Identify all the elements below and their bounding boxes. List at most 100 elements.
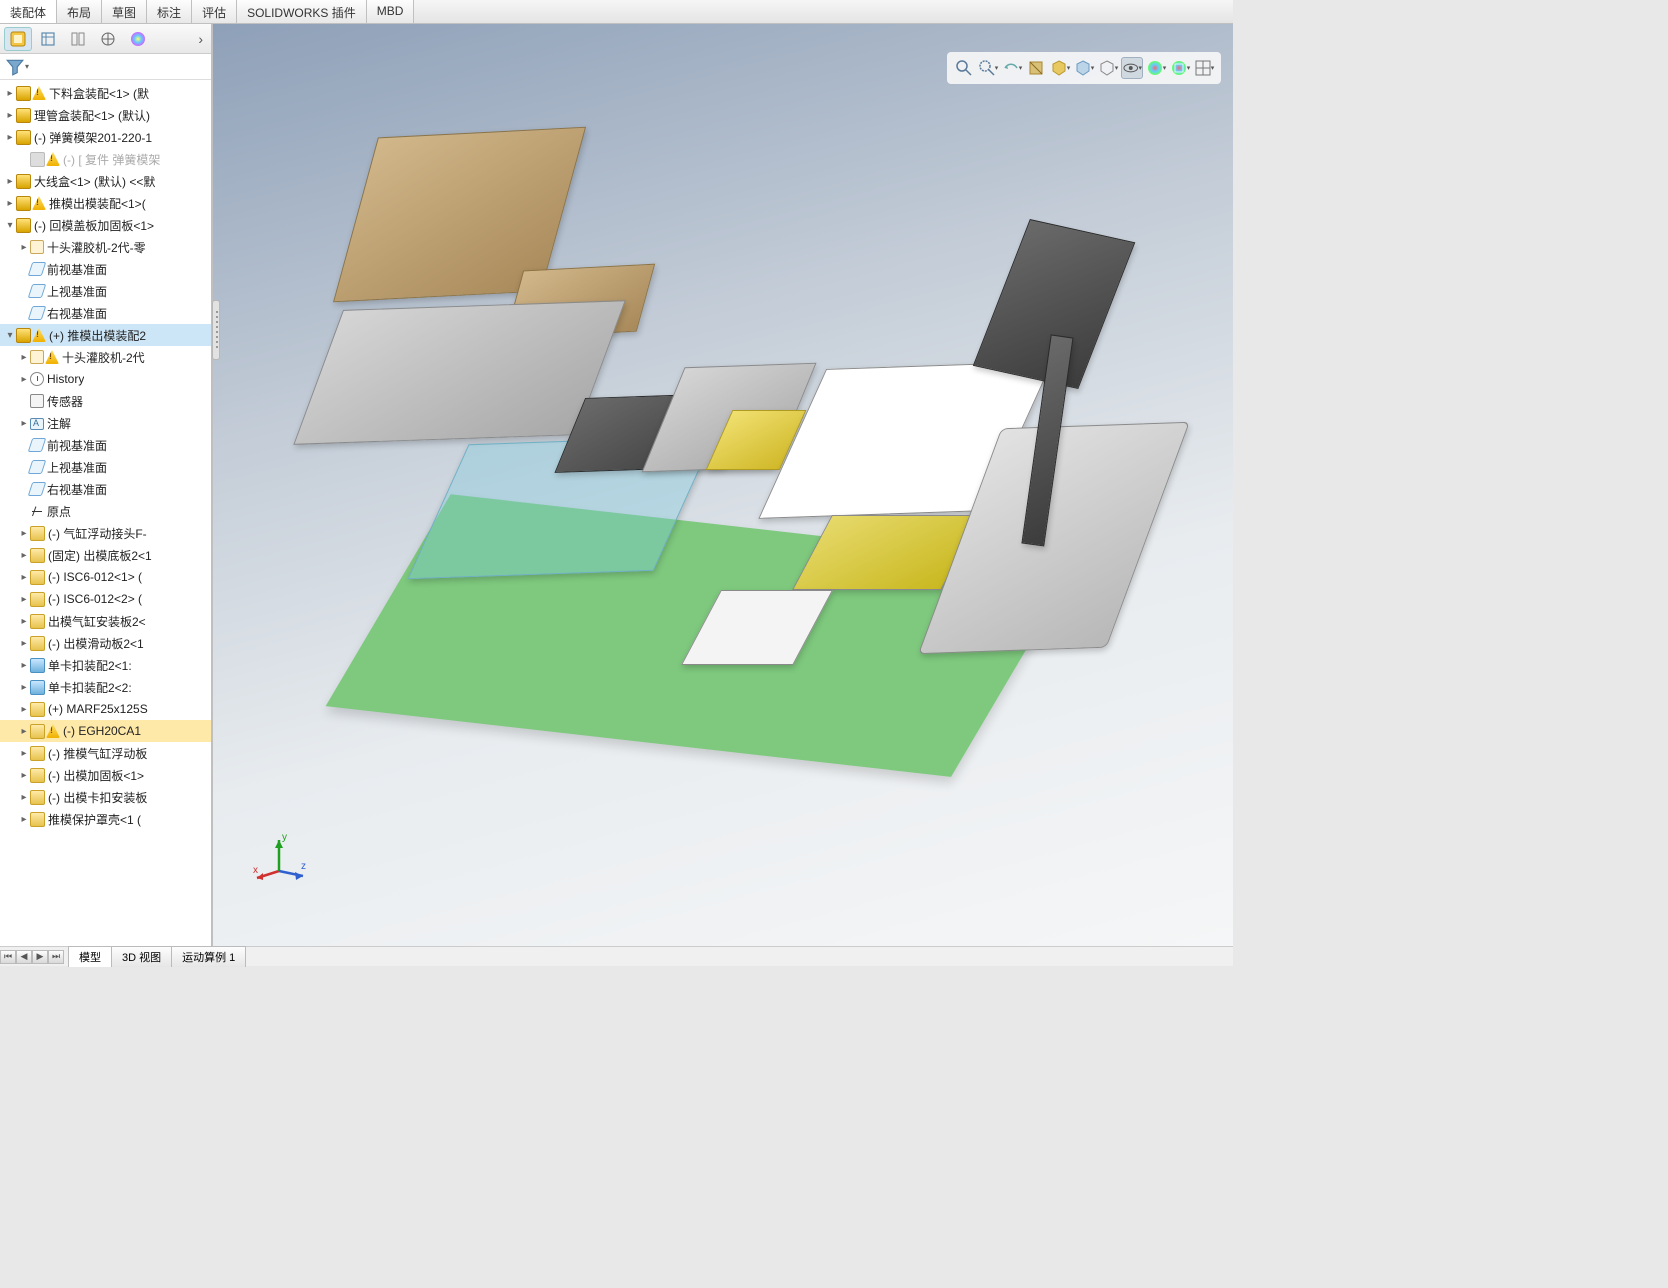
- tree-item[interactable]: ▸(-) 弹簧模架201-220-1: [0, 126, 211, 148]
- tree-item[interactable]: ▸理管盒装配<1> (默认): [0, 104, 211, 126]
- side-tab-feature-tree[interactable]: [4, 27, 32, 51]
- tree-item[interactable]: ▸单卡扣装配2<2:: [0, 676, 211, 698]
- menu-tab-3[interactable]: 标注: [147, 0, 192, 23]
- tree-item[interactable]: ▸十头灌胶机-2代: [0, 346, 211, 368]
- apply-scene-icon[interactable]: ▾: [1145, 57, 1167, 79]
- tree-item[interactable]: ▸(-) ISC6-012<2> (: [0, 588, 211, 610]
- filter-icon[interactable]: [6, 58, 24, 76]
- tree-expand-icon[interactable]: ▸: [18, 550, 30, 561]
- tree-item[interactable]: ▸单卡扣装配2<1:: [0, 654, 211, 676]
- bottom-tab-2[interactable]: 运动算例 1: [171, 946, 246, 967]
- tree-item[interactable]: ▸(固定) 出模底板2<1: [0, 544, 211, 566]
- tree-expand-icon[interactable]: ▸: [18, 242, 30, 253]
- previous-view-icon[interactable]: ▾: [1001, 57, 1023, 79]
- tree-filter-row: ▾: [0, 54, 211, 80]
- tree-item[interactable]: ▸出模气缸安装板2<: [0, 610, 211, 632]
- display-style-icon[interactable]: ▾: [1073, 57, 1095, 79]
- tree-item[interactable]: ▸下料盒装配<1> (默: [0, 82, 211, 104]
- tree-item[interactable]: ▾ (+) 推模出模装配2: [0, 324, 211, 346]
- tree-item[interactable]: 上视基准面: [0, 280, 211, 302]
- graphics-viewport[interactable]: ▾ ▾ ▾ ▾ ▾ ▾ ▾ ▾ ▾ x y: [212, 24, 1233, 946]
- tree-expand-icon[interactable]: ▸: [18, 418, 30, 429]
- tree-expand-icon[interactable]: ▸: [4, 198, 16, 209]
- feature-tree[interactable]: ▸下料盒装配<1> (默▸理管盒装配<1> (默认)▸(-) 弹簧模架201-2…: [0, 80, 211, 946]
- tab-nav-next-icon[interactable]: ▶: [32, 950, 48, 964]
- tree-item[interactable]: 右视基准面: [0, 478, 211, 500]
- panel-splitter[interactable]: [212, 300, 220, 360]
- tree-item[interactable]: 原点: [0, 500, 211, 522]
- tab-nav-prev-icon[interactable]: ◀: [16, 950, 32, 964]
- tree-item[interactable]: ▸(-) 出模滑动板2<1: [0, 632, 211, 654]
- view-orient-icon[interactable]: ▾: [1049, 57, 1071, 79]
- menu-tab-2[interactable]: 草图: [102, 0, 147, 23]
- tree-item[interactable]: 上视基准面: [0, 456, 211, 478]
- tree-expand-icon[interactable]: ▾: [4, 330, 16, 341]
- tree-item[interactable]: ▸(-) 气缸浮动接头F-: [0, 522, 211, 544]
- tree-expand-icon[interactable]: ▸: [18, 814, 30, 825]
- tree-item[interactable]: ▸十头灌胶机-2代-零: [0, 236, 211, 258]
- side-tab-dimxpert[interactable]: [94, 27, 122, 51]
- tree-expand-icon[interactable]: ▸: [18, 374, 30, 385]
- orientation-triad[interactable]: x y z: [249, 826, 309, 886]
- menu-tab-5[interactable]: SOLIDWORKS 插件: [237, 0, 367, 23]
- tree-expand-icon[interactable]: ▸: [18, 748, 30, 759]
- menu-tab-0[interactable]: 装配体: [0, 0, 57, 23]
- tab-nav-first-icon[interactable]: ⏮: [0, 950, 16, 964]
- tree-item[interactable]: ▸推模出模装配<1>(: [0, 192, 211, 214]
- bottom-tab-0[interactable]: 模型: [68, 946, 112, 967]
- tree-expand-icon[interactable]: ▸: [18, 594, 30, 605]
- side-tab-config[interactable]: [64, 27, 92, 51]
- tab-nav-last-icon[interactable]: ⏭: [48, 950, 64, 964]
- tree-item[interactable]: ▸(-) ISC6-012<1> (: [0, 566, 211, 588]
- tree-expand-icon[interactable]: ▸: [4, 88, 16, 99]
- tree-expand-icon[interactable]: ▸: [4, 110, 16, 121]
- tree-item[interactable]: ▸(-) 推模气缸浮动板: [0, 742, 211, 764]
- tree-expand-icon[interactable]: ▸: [18, 572, 30, 583]
- tree-expand-icon[interactable]: ▸: [18, 660, 30, 671]
- tree-expand-icon[interactable]: ▸: [18, 638, 30, 649]
- tree-item[interactable]: ▸History: [0, 368, 211, 390]
- tree-item-label: (+) 推模出模装配2: [49, 327, 146, 344]
- viewport-layout-icon[interactable]: ▾: [1193, 57, 1215, 79]
- tree-item[interactable]: ▸注解: [0, 412, 211, 434]
- tree-item[interactable]: 前视基准面: [0, 258, 211, 280]
- menu-tab-1[interactable]: 布局: [57, 0, 102, 23]
- tree-item[interactable]: 传感器: [0, 390, 211, 412]
- tree-item[interactable]: (-) [ 复件 弹簧模架: [0, 148, 211, 170]
- warn-icon: [32, 196, 46, 210]
- tree-expand-icon[interactable]: ▸: [4, 176, 16, 187]
- part-icon: [30, 702, 45, 717]
- tree-expand-icon[interactable]: ▸: [18, 682, 30, 693]
- side-tab-property[interactable]: [34, 27, 62, 51]
- tree-item[interactable]: ▸推模保护罩壳<1 (: [0, 808, 211, 830]
- tree-expand-icon[interactable]: ▸: [18, 770, 30, 781]
- zoom-area-icon[interactable]: ▾: [977, 57, 999, 79]
- view-settings-icon[interactable]: ▾: [1169, 57, 1191, 79]
- zoom-fit-icon[interactable]: [953, 57, 975, 79]
- tree-expand-icon[interactable]: ▸: [18, 352, 30, 363]
- tree-item[interactable]: 前视基准面: [0, 434, 211, 456]
- tree-item[interactable]: ▸(+) MARF25x125S: [0, 698, 211, 720]
- tree-expand-icon[interactable]: ▸: [18, 528, 30, 539]
- tree-item[interactable]: ▸(-) 出模加固板<1>: [0, 764, 211, 786]
- tree-item[interactable]: 右视基准面: [0, 302, 211, 324]
- edit-appearance-icon[interactable]: ▾: [1121, 57, 1143, 79]
- side-tabs-more-icon[interactable]: ›: [194, 31, 207, 47]
- tree-expand-icon[interactable]: ▸: [4, 132, 16, 143]
- section-view-icon[interactable]: [1025, 57, 1047, 79]
- tree-expand-icon[interactable]: ▸: [18, 616, 30, 627]
- menu-tab-6[interactable]: MBD: [367, 0, 415, 23]
- tree-item[interactable]: ▸大线盒<1> (默认) <<默: [0, 170, 211, 192]
- hide-show-icon[interactable]: ▾: [1097, 57, 1119, 79]
- tree-expand-icon[interactable]: ▾: [4, 220, 16, 231]
- tree-item[interactable]: ▸(-) EGH20CA1: [0, 720, 211, 742]
- bottom-tab-1[interactable]: 3D 视图: [111, 946, 172, 967]
- tree-expand-icon[interactable]: ▸: [18, 704, 30, 715]
- menu-tab-4[interactable]: 评估: [192, 0, 237, 23]
- tree-expand-icon[interactable]: ▸: [18, 726, 30, 737]
- tree-expand-icon[interactable]: ▸: [18, 792, 30, 803]
- clip-icon: [30, 240, 44, 254]
- tree-item[interactable]: ▸(-) 出模卡扣安装板: [0, 786, 211, 808]
- side-tab-display[interactable]: [124, 27, 152, 51]
- tree-item[interactable]: ▾(-) 回模盖板加固板<1>: [0, 214, 211, 236]
